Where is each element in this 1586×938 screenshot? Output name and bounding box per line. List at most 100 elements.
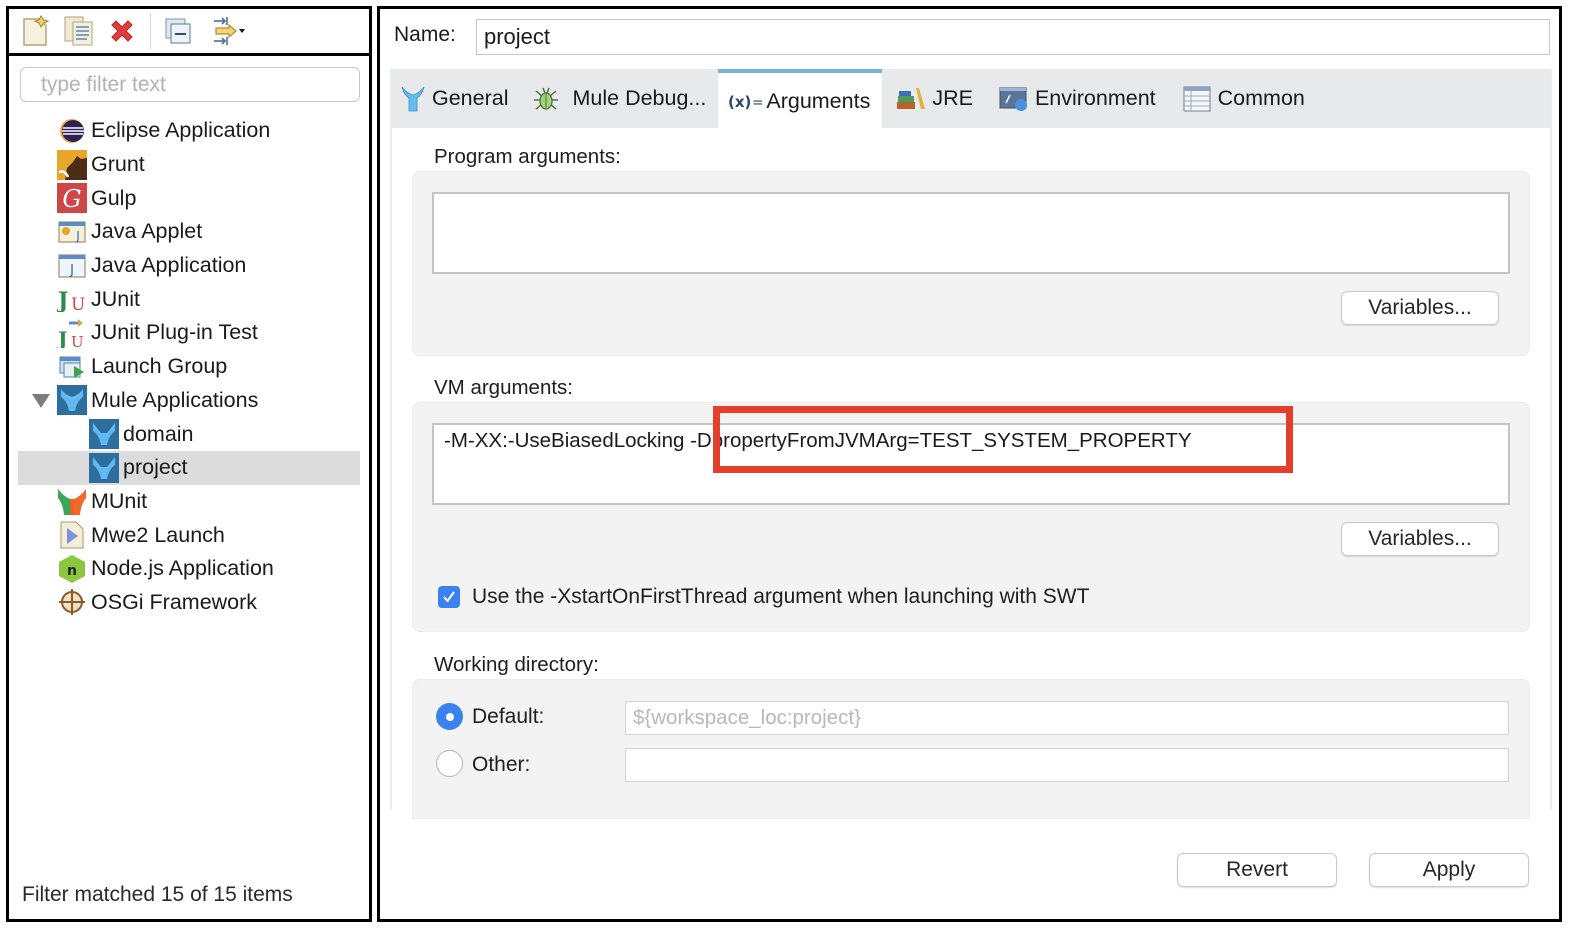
- arguments-tab-content: Program arguments: Variables... VM argum…: [392, 128, 1550, 819]
- gulp-icon: G: [56, 183, 88, 214]
- tree-item-junit-plugin-test[interactable]: JU JUnit Plug-in Test: [9, 316, 369, 350]
- filter-menu-button[interactable]: [204, 14, 254, 48]
- tab-arguments[interactable]: (x) = Arguments: [718, 69, 883, 130]
- tree-item-label: domain: [123, 421, 194, 446]
- name-label: Name:: [394, 23, 456, 46]
- tree-item-label: JUnit: [91, 286, 140, 311]
- nodejs-icon: n: [56, 554, 88, 584]
- default-label: Default:: [472, 705, 545, 728]
- osgi-icon: [56, 587, 88, 617]
- tab-common[interactable]: Common: [1168, 69, 1317, 128]
- mwe2-icon: [56, 520, 88, 550]
- svg-text:U: U: [71, 295, 85, 312]
- tree-item-domain[interactable]: domain: [9, 417, 369, 451]
- tab-label: JRE: [932, 86, 973, 110]
- program-arguments-textarea[interactable]: [432, 192, 1510, 274]
- tree-item-nodejs-application[interactable]: n Node.js Application: [9, 552, 369, 586]
- other-radio[interactable]: [436, 750, 463, 777]
- vm-variables-button[interactable]: Variables...: [1341, 522, 1499, 556]
- delete-icon: [111, 20, 133, 42]
- xstart-checkbox[interactable]: [438, 586, 460, 608]
- tree-item-gulp[interactable]: G Gulp: [9, 181, 369, 215]
- expand-collapse-toggle[interactable]: [32, 393, 50, 408]
- tree-item-osgi-framework[interactable]: OSGi Framework: [9, 586, 369, 620]
- other-label: Other:: [472, 753, 531, 776]
- munit-icon: [56, 486, 88, 516]
- tab-label: Mule Debug...: [572, 86, 707, 110]
- tab-label: Common: [1217, 86, 1305, 110]
- tree-item-label: MUnit: [91, 488, 148, 513]
- other-directory-field[interactable]: [625, 748, 1509, 782]
- tab-label: General: [432, 86, 509, 110]
- tab-strip: General Mule Debug... (x) = Arguments JRE…: [392, 69, 1550, 130]
- tree-item-mwe2-launch[interactable]: Mwe2 Launch: [9, 518, 369, 552]
- tab-jre[interactable]: JRE: [882, 69, 985, 128]
- mule-icon: [88, 419, 120, 450]
- tab-environment[interactable]: Environment: [985, 69, 1168, 128]
- working-directory-label: Working directory:: [434, 653, 599, 676]
- svg-text:=: =: [752, 95, 762, 111]
- svg-text:J: J: [75, 229, 80, 243]
- filter-input[interactable]: [20, 67, 360, 102]
- tree-item-launch-group[interactable]: Launch Group: [9, 350, 369, 384]
- tree-item-java-application[interactable]: J Java Application: [9, 249, 369, 283]
- tab-mule-debug[interactable]: Mule Debug...: [521, 69, 719, 128]
- delete-launch-configuration-button[interactable]: [105, 14, 139, 48]
- tab-general[interactable]: General: [392, 69, 521, 128]
- vm-arguments-label: VM arguments:: [434, 376, 573, 399]
- tree-item-label: Grunt: [91, 152, 145, 177]
- default-directory-field: [625, 701, 1509, 735]
- toolbar-separator: [150, 13, 151, 49]
- collapse-all-icon: [165, 18, 191, 44]
- duplicate-icon: [64, 16, 93, 46]
- tree-item-label: project: [123, 455, 188, 480]
- launch-configuration-editor: Name: General Mule Debug... (x)= Argumen…: [377, 6, 1562, 922]
- revert-button[interactable]: Revert: [1177, 853, 1337, 887]
- junit-plugin-icon: JU: [56, 318, 88, 348]
- svg-text:U: U: [71, 333, 84, 348]
- tree-item-label: JUnit Plug-in Test: [91, 320, 258, 345]
- java-applet-icon: J: [56, 217, 88, 247]
- launch-config-tree: Eclipse Application Grunt G Gulp J Java …: [9, 114, 369, 619]
- junit-icon: JU: [56, 284, 88, 314]
- tree-item-label: Mwe2 Launch: [91, 522, 225, 547]
- tab-folder: General Mule Debug... (x) = Arguments JRE…: [390, 69, 1552, 819]
- tree-item-junit[interactable]: JU JUnit: [9, 282, 369, 316]
- new-launch-configuration-button[interactable]: [19, 14, 53, 48]
- bug-icon: [531, 84, 561, 114]
- launch-group-icon: [56, 352, 88, 382]
- mule-icon: [88, 452, 120, 483]
- tree-item-label: Launch Group: [91, 354, 228, 379]
- svg-text:J: J: [69, 263, 74, 278]
- vm-arguments-textarea[interactable]: [432, 423, 1510, 505]
- tree-item-eclipse-application[interactable]: Eclipse Application: [9, 114, 369, 148]
- default-radio[interactable]: [436, 703, 463, 730]
- tree-item-mule-applications[interactable]: Mule Applications: [9, 384, 369, 418]
- duplicate-launch-configuration-button[interactable]: [62, 14, 96, 48]
- name-input[interactable]: [476, 19, 1550, 55]
- tree-item-java-applet[interactable]: J Java Applet: [9, 215, 369, 249]
- collapse-all-button[interactable]: [161, 14, 195, 48]
- grunt-icon: [56, 149, 88, 180]
- program-variables-button[interactable]: Variables...: [1341, 291, 1499, 325]
- apply-button[interactable]: Apply: [1369, 853, 1529, 887]
- tree-item-label: Java Applet: [91, 219, 203, 244]
- jre-icon: [896, 84, 926, 114]
- new-config-icon: [23, 15, 50, 46]
- svg-text:n: n: [67, 563, 77, 579]
- tree-item-label: Eclipse Application: [91, 118, 271, 143]
- svg-text:J: J: [57, 327, 67, 348]
- xstart-label: Use the -XstartOnFirstThread argument wh…: [472, 585, 1090, 608]
- environment-icon: [999, 84, 1029, 114]
- program-arguments-label: Program arguments:: [434, 145, 621, 168]
- tab-label: Arguments: [766, 89, 871, 113]
- tree-item-munit[interactable]: MUnit: [9, 485, 369, 519]
- checkmark-icon: [443, 591, 455, 603]
- svg-text:G: G: [62, 185, 81, 213]
- eclipse-icon: [56, 116, 88, 146]
- java-application-icon: J: [56, 251, 88, 281]
- common-icon: [1182, 84, 1212, 114]
- tree-item-label: Java Application: [91, 253, 247, 278]
- tree-item-grunt[interactable]: Grunt: [9, 148, 369, 182]
- tree-item-project[interactable]: project: [18, 450, 360, 485]
